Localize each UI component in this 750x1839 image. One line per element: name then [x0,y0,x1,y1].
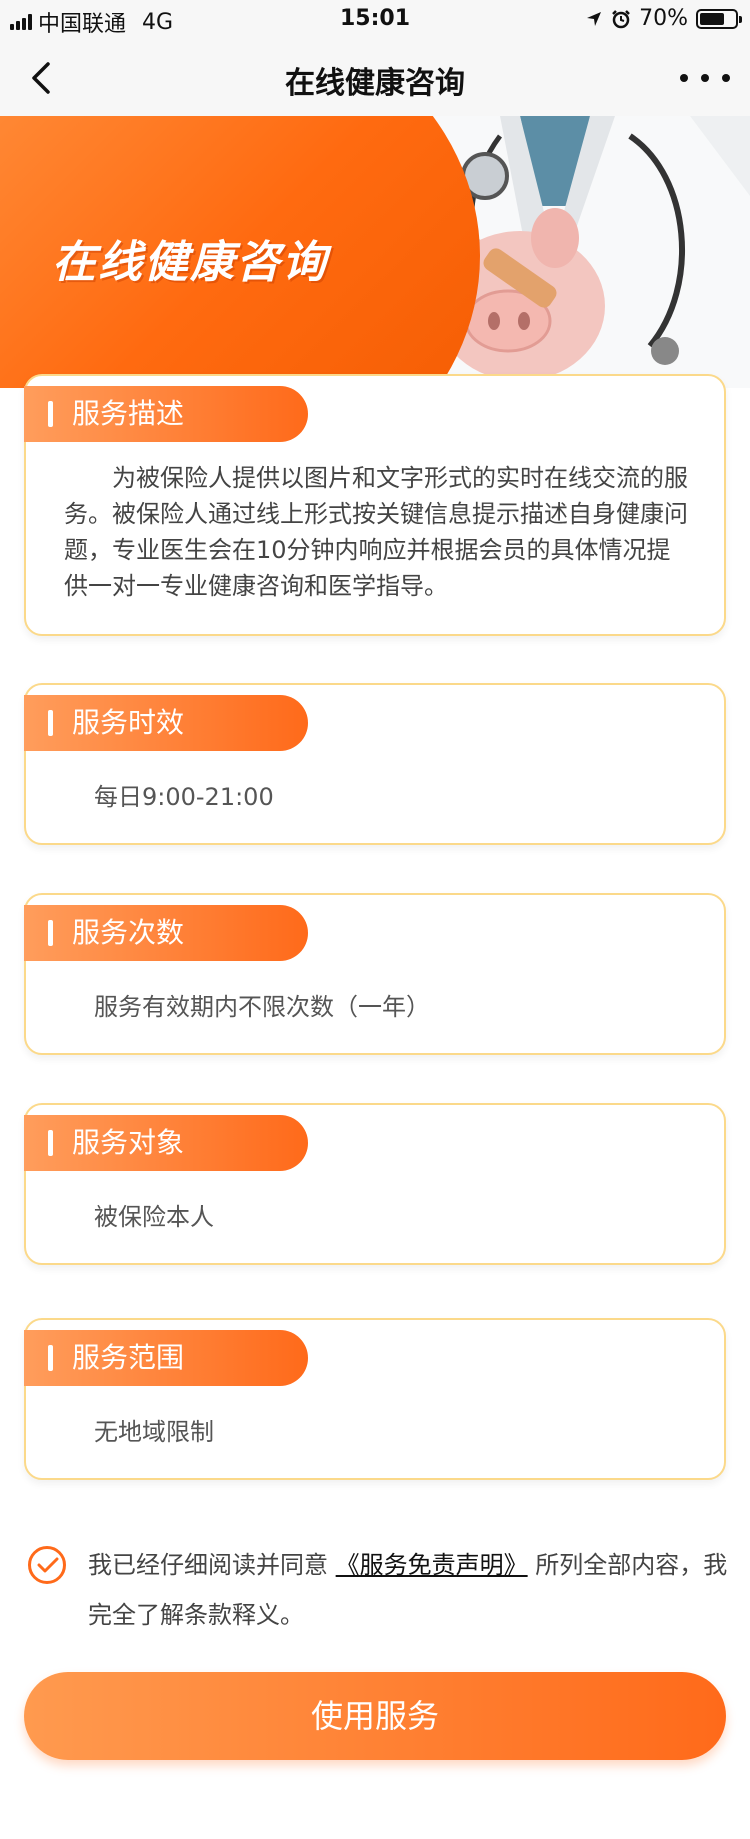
service-target-card: 服务对象 被保险本人 [24,1103,726,1265]
tag-bar [48,401,53,427]
checkmark-icon [37,1557,59,1573]
use-service-button[interactable]: 使用服务 [24,1672,726,1760]
tag-bar [48,710,53,736]
battery-percent: 70% [639,6,688,31]
section-content: 被保险本人 [94,1203,214,1231]
section-title: 服务范围 [72,1341,185,1374]
battery-icon [696,8,742,29]
section-title: 服务描述 [72,397,185,430]
section-content: 无地域限制 [94,1418,214,1446]
tag-bar [48,920,53,946]
section-tag: 服务次数 [24,905,308,961]
agreement-checkbox[interactable] [28,1546,66,1584]
section-title: 服务对象 [72,1126,185,1159]
page-title: 在线健康咨询 [285,66,465,101]
section-title: 服务次数 [72,916,185,949]
service-count-card: 服务次数 服务有效期内不限次数（一年） [24,893,726,1055]
section-tag: 服务范围 [24,1330,308,1386]
battery-fill [700,12,724,25]
nav-bar: 在线健康咨询 [0,40,750,116]
alarm-icon [612,9,630,28]
agreement-prefix: 我已经仔细阅读并同意 [88,1551,328,1579]
section-content: 服务有效期内不限次数（一年） [94,993,430,1021]
disclaimer-link[interactable]: 《服务免责声明》 [336,1551,528,1579]
tag-bar [48,1130,53,1156]
tag-bar [48,1345,53,1371]
hero-title: 在线健康咨询 [52,237,328,288]
location-icon [587,11,602,26]
section-content: 每日9:00-21:00 [94,783,274,811]
service-scope-card: 服务范围 无地域限制 [24,1318,726,1480]
hero-banner: 在线健康咨询 [0,116,750,388]
section-tag: 服务时效 [24,695,308,751]
status-bar: 中国联通 4G 15:01 70% [0,0,750,40]
section-tag: 服务对象 [24,1115,308,1171]
agreement-text: 我已经仔细阅读并同意 《服务免责声明》 所列全部内容，我完全了解条款释义。 [88,1540,748,1640]
more-icon[interactable] [680,60,730,96]
section-tag: 服务描述 [24,386,308,442]
service-description-card: 服务描述 为被保险人提供以图片和文字形式的实时在线交流的服务。被保险人通过线上形… [24,374,726,636]
section-content: 为被保险人提供以图片和文字形式的实时在线交流的服务。被保险人通过线上形式按关键信… [64,464,688,600]
service-hours-card: 服务时效 每日9:00-21:00 [24,683,726,845]
status-right: 70% [585,6,742,31]
section-title: 服务时效 [72,706,185,739]
